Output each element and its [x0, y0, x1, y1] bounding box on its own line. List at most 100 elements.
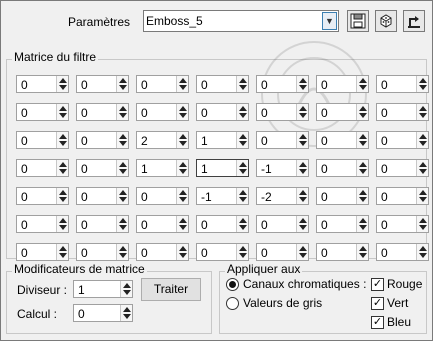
matrix-cell-stepper[interactable] — [176, 244, 188, 260]
matrix-cell-stepper[interactable] — [416, 188, 428, 204]
matrix-cell-stepper[interactable] — [296, 244, 308, 260]
matrix-cell-stepper[interactable] — [116, 244, 128, 260]
matrix-cell-r2-c0[interactable]: 0 — [16, 131, 69, 149]
matrix-cell-r2-c3[interactable]: 1 — [196, 131, 249, 149]
bias-field[interactable]: 0 — [73, 304, 133, 322]
matrix-cell-stepper[interactable] — [56, 216, 68, 232]
matrix-cell-stepper[interactable] — [56, 132, 68, 148]
matrix-cell-stepper[interactable] — [116, 216, 128, 232]
matrix-cell-r4-c3[interactable]: -1 — [196, 187, 249, 205]
matrix-cell-stepper[interactable] — [236, 76, 248, 92]
matrix-cell-r4-c1[interactable]: 0 — [76, 187, 129, 205]
matrix-cell-stepper[interactable] — [356, 160, 368, 176]
matrix-cell-r5-c3[interactable]: 0 — [196, 215, 249, 233]
blue-checkbox[interactable]: ✓ — [371, 316, 384, 329]
matrix-cell-stepper[interactable] — [236, 188, 248, 204]
matrix-cell-r5-c2[interactable]: 0 — [136, 215, 189, 233]
matrix-cell-stepper[interactable] — [116, 188, 128, 204]
matrix-cell-stepper[interactable] — [116, 104, 128, 120]
matrix-cell-stepper[interactable] — [296, 160, 308, 176]
divisor-field[interactable]: 1 — [73, 280, 133, 298]
matrix-cell-r3-c1[interactable]: 0 — [76, 159, 129, 177]
random-button[interactable] — [375, 10, 397, 32]
matrix-cell-r5-c6[interactable]: 0 — [376, 215, 429, 233]
matrix-cell-r5-c1[interactable]: 0 — [76, 215, 129, 233]
matrix-cell-r6-c1[interactable]: 0 — [76, 243, 129, 261]
matrix-cell-r0-c6[interactable]: 0 — [376, 75, 429, 93]
matrix-cell-stepper[interactable] — [356, 132, 368, 148]
matrix-cell-stepper[interactable] — [116, 132, 128, 148]
divisor-stepper[interactable] — [120, 281, 132, 297]
matrix-cell-stepper[interactable] — [416, 76, 428, 92]
matrix-cell-stepper[interactable] — [296, 132, 308, 148]
matrix-cell-r3-c0[interactable]: 0 — [16, 159, 69, 177]
matrix-cell-stepper[interactable] — [236, 216, 248, 232]
matrix-cell-r0-c0[interactable]: 0 — [16, 75, 69, 93]
matrix-cell-stepper[interactable] — [236, 244, 248, 260]
matrix-cell-stepper[interactable] — [56, 188, 68, 204]
matrix-cell-r4-c2[interactable]: 0 — [136, 187, 189, 205]
matrix-cell-r4-c5[interactable]: 0 — [316, 187, 369, 205]
matrix-cell-stepper[interactable] — [416, 216, 428, 232]
matrix-cell-stepper[interactable] — [356, 76, 368, 92]
color-channels-radio[interactable] — [226, 278, 239, 291]
matrix-cell-r0-c5[interactable]: 0 — [316, 75, 369, 93]
bias-stepper[interactable] — [120, 305, 132, 321]
reset-button[interactable] — [403, 10, 425, 32]
matrix-cell-r2-c5[interactable]: 0 — [316, 131, 369, 149]
matrix-cell-r0-c2[interactable]: 0 — [136, 75, 189, 93]
matrix-cell-stepper[interactable] — [56, 160, 68, 176]
matrix-cell-stepper[interactable] — [176, 188, 188, 204]
matrix-cell-r4-c6[interactable]: 0 — [376, 187, 429, 205]
matrix-cell-r6-c3[interactable]: 0 — [196, 243, 249, 261]
matrix-cell-stepper[interactable] — [56, 104, 68, 120]
matrix-cell-stepper[interactable] — [176, 76, 188, 92]
matrix-cell-r1-c0[interactable]: 0 — [16, 103, 69, 121]
matrix-cell-r5-c5[interactable]: 0 — [316, 215, 369, 233]
red-checkbox[interactable]: ✓ — [371, 278, 384, 291]
matrix-cell-stepper[interactable] — [416, 160, 428, 176]
matrix-cell-stepper[interactable] — [356, 244, 368, 260]
matrix-cell-r1-c5[interactable]: 0 — [316, 103, 369, 121]
matrix-cell-stepper[interactable] — [236, 160, 248, 176]
matrix-cell-stepper[interactable] — [176, 216, 188, 232]
matrix-cell-r0-c1[interactable]: 0 — [76, 75, 129, 93]
matrix-cell-stepper[interactable] — [296, 76, 308, 92]
matrix-cell-stepper[interactable] — [176, 160, 188, 176]
matrix-cell-r3-c3[interactable]: 1 — [196, 159, 249, 177]
matrix-cell-r6-c4[interactable]: 0 — [256, 243, 309, 261]
matrix-cell-stepper[interactable] — [356, 188, 368, 204]
green-checkbox[interactable]: ✓ — [371, 297, 384, 310]
matrix-cell-stepper[interactable] — [56, 76, 68, 92]
matrix-cell-r5-c4[interactable]: 0 — [256, 215, 309, 233]
save-button[interactable] — [347, 10, 369, 32]
matrix-cell-stepper[interactable] — [176, 132, 188, 148]
matrix-cell-stepper[interactable] — [296, 104, 308, 120]
matrix-cell-stepper[interactable] — [236, 104, 248, 120]
matrix-cell-r1-c1[interactable]: 0 — [76, 103, 129, 121]
matrix-cell-r4-c4[interactable]: -2 — [256, 187, 309, 205]
matrix-cell-r5-c0[interactable]: 0 — [16, 215, 69, 233]
matrix-cell-r3-c5[interactable]: 0 — [316, 159, 369, 177]
matrix-cell-r6-c6[interactable]: 0 — [376, 243, 429, 261]
matrix-cell-stepper[interactable] — [296, 216, 308, 232]
matrix-cell-r3-c4[interactable]: -1 — [256, 159, 309, 177]
matrix-cell-stepper[interactable] — [356, 104, 368, 120]
matrix-cell-r6-c0[interactable]: 0 — [16, 243, 69, 261]
matrix-cell-r6-c2[interactable]: 0 — [136, 243, 189, 261]
matrix-cell-stepper[interactable] — [116, 76, 128, 92]
preset-dropdown[interactable]: Emboss_5 ▼ — [143, 10, 339, 32]
matrix-cell-stepper[interactable] — [296, 188, 308, 204]
matrix-cell-stepper[interactable] — [116, 160, 128, 176]
matrix-cell-r1-c3[interactable]: 0 — [196, 103, 249, 121]
matrix-cell-stepper[interactable] — [56, 244, 68, 260]
matrix-cell-stepper[interactable] — [416, 104, 428, 120]
matrix-cell-stepper[interactable] — [236, 132, 248, 148]
matrix-cell-r2-c6[interactable]: 0 — [376, 131, 429, 149]
matrix-cell-r6-c5[interactable]: 0 — [316, 243, 369, 261]
chevron-down-icon[interactable]: ▼ — [322, 12, 337, 30]
matrix-cell-r2-c1[interactable]: 0 — [76, 131, 129, 149]
matrix-cell-r1-c4[interactable]: 0 — [256, 103, 309, 121]
matrix-cell-stepper[interactable] — [416, 244, 428, 260]
matrix-cell-r1-c2[interactable]: 0 — [136, 103, 189, 121]
